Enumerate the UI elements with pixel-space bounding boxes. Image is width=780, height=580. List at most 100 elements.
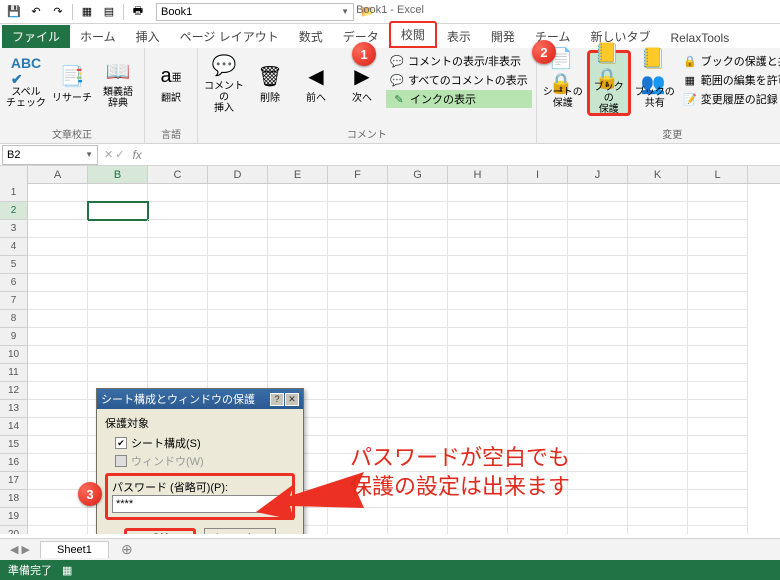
tab-file[interactable]: ファイル	[2, 25, 70, 48]
cell[interactable]	[328, 274, 388, 292]
cell[interactable]	[628, 202, 688, 220]
cell[interactable]	[568, 292, 628, 310]
column-header[interactable]: C	[148, 166, 208, 183]
cell[interactable]	[28, 184, 88, 202]
cell[interactable]	[388, 364, 448, 382]
cell[interactable]	[148, 346, 208, 364]
cell[interactable]	[688, 436, 748, 454]
cell[interactable]	[508, 526, 568, 534]
column-header[interactable]: K	[628, 166, 688, 183]
qat-custom1-icon[interactable]: ▦	[77, 2, 97, 22]
cell[interactable]	[388, 256, 448, 274]
cell[interactable]	[268, 274, 328, 292]
cell[interactable]	[88, 202, 148, 220]
share-workbook-button[interactable]: 📒👥ブックの 共有	[633, 50, 677, 116]
cell[interactable]	[388, 400, 448, 418]
cell[interactable]	[328, 382, 388, 400]
cell[interactable]	[28, 328, 88, 346]
cell[interactable]	[688, 310, 748, 328]
enter-formula-icon[interactable]: ✓	[115, 148, 124, 161]
cell[interactable]	[328, 220, 388, 238]
translate-button[interactable]: a亜翻訳	[149, 50, 193, 116]
row-header[interactable]: 11	[0, 364, 28, 382]
cell[interactable]	[28, 310, 88, 328]
cell[interactable]	[28, 256, 88, 274]
column-header[interactable]: I	[508, 166, 568, 183]
cell[interactable]	[208, 292, 268, 310]
tab-formulas[interactable]: 数式	[289, 25, 333, 48]
cell[interactable]	[148, 274, 208, 292]
cell[interactable]	[448, 400, 508, 418]
cell[interactable]	[688, 184, 748, 202]
cell[interactable]	[328, 256, 388, 274]
cell[interactable]	[508, 256, 568, 274]
show-hide-comment-button[interactable]: 💬コメントの表示/非表示	[386, 52, 532, 70]
cell[interactable]	[628, 508, 688, 526]
cell[interactable]	[568, 436, 628, 454]
cell[interactable]	[148, 328, 208, 346]
cell[interactable]	[28, 202, 88, 220]
cell[interactable]	[208, 184, 268, 202]
cell[interactable]	[448, 526, 508, 534]
cell[interactable]	[628, 418, 688, 436]
row-header[interactable]: 10	[0, 346, 28, 364]
cell[interactable]	[208, 220, 268, 238]
column-header[interactable]: D	[208, 166, 268, 183]
dialog-titlebar[interactable]: シート構成とウィンドウの保護 ? ✕	[97, 389, 303, 409]
cell[interactable]	[628, 454, 688, 472]
cell[interactable]	[448, 184, 508, 202]
cell[interactable]	[508, 364, 568, 382]
cell[interactable]	[268, 364, 328, 382]
cell[interactable]	[328, 364, 388, 382]
row-header[interactable]: 12	[0, 382, 28, 400]
cell[interactable]	[208, 364, 268, 382]
add-sheet-button[interactable]: ⊕	[117, 541, 137, 559]
cell[interactable]	[688, 328, 748, 346]
cell[interactable]	[508, 184, 568, 202]
tab-home[interactable]: ホーム	[70, 25, 126, 48]
cell[interactable]	[628, 490, 688, 508]
cell[interactable]	[448, 508, 508, 526]
cell[interactable]	[688, 400, 748, 418]
cell[interactable]	[688, 346, 748, 364]
cell[interactable]	[448, 220, 508, 238]
cell[interactable]	[88, 274, 148, 292]
cell[interactable]	[628, 238, 688, 256]
cell[interactable]	[688, 418, 748, 436]
show-ink-button[interactable]: ✎インクの表示	[386, 90, 532, 108]
cell[interactable]	[628, 526, 688, 534]
spellcheck-button[interactable]: ABC✔スペル チェック	[4, 50, 48, 116]
cell[interactable]	[88, 328, 148, 346]
cell[interactable]	[88, 238, 148, 256]
cell[interactable]	[568, 202, 628, 220]
cell[interactable]	[28, 526, 88, 534]
cell[interactable]	[568, 220, 628, 238]
cell[interactable]	[148, 184, 208, 202]
cell[interactable]	[568, 472, 628, 490]
show-all-comments-button[interactable]: 💬すべてのコメントの表示	[386, 71, 532, 89]
sheet-tab[interactable]: Sheet1	[40, 541, 109, 558]
cell[interactable]	[628, 328, 688, 346]
cell[interactable]	[628, 256, 688, 274]
cell[interactable]	[568, 346, 628, 364]
cell[interactable]	[28, 508, 88, 526]
row-header[interactable]: 8	[0, 310, 28, 328]
cell[interactable]	[688, 220, 748, 238]
macro-record-icon[interactable]: ▦	[62, 564, 72, 577]
cell[interactable]	[28, 436, 88, 454]
cell[interactable]	[208, 274, 268, 292]
cell[interactable]	[148, 238, 208, 256]
cell[interactable]	[508, 382, 568, 400]
row-header[interactable]: 1	[0, 184, 28, 202]
cell[interactable]	[688, 490, 748, 508]
cell[interactable]	[568, 364, 628, 382]
cell[interactable]	[508, 328, 568, 346]
cell[interactable]	[628, 400, 688, 418]
cell[interactable]	[568, 400, 628, 418]
cell[interactable]	[328, 400, 388, 418]
cell[interactable]	[448, 256, 508, 274]
cell[interactable]	[688, 472, 748, 490]
cell[interactable]	[568, 184, 628, 202]
cell[interactable]	[448, 238, 508, 256]
row-header[interactable]: 17	[0, 472, 28, 490]
